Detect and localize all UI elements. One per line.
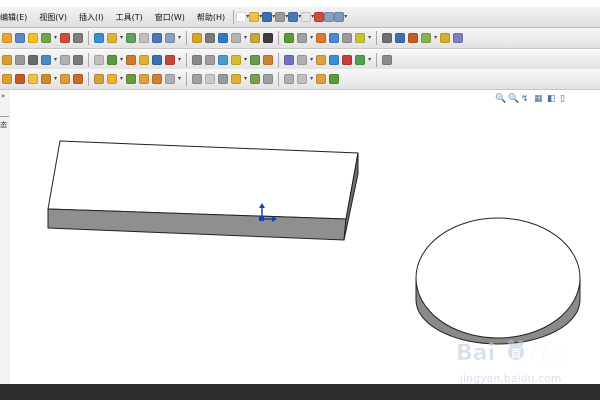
- baidu-jingyan-watermark: Bai 百 经验 jingyan.baidu.com: [448, 330, 600, 392]
- window-bottom-border: [0, 384, 600, 400]
- cad-application-window: 编辑(E) 视图(V) 插入(I) 工具(T) 窗口(W) 帮助(H) ▾ ▾ …: [0, 0, 600, 400]
- baidu-logo: Bai 百 经验 jingyan.baidu.com: [456, 340, 570, 385]
- brand-suffix: 经验: [530, 341, 570, 365]
- block-top-face[interactable]: [47, 140, 359, 220]
- cylinder-top-face[interactable]: [415, 217, 581, 339]
- brand-du: 百: [511, 348, 521, 360]
- brand-latin: Bai: [456, 341, 495, 366]
